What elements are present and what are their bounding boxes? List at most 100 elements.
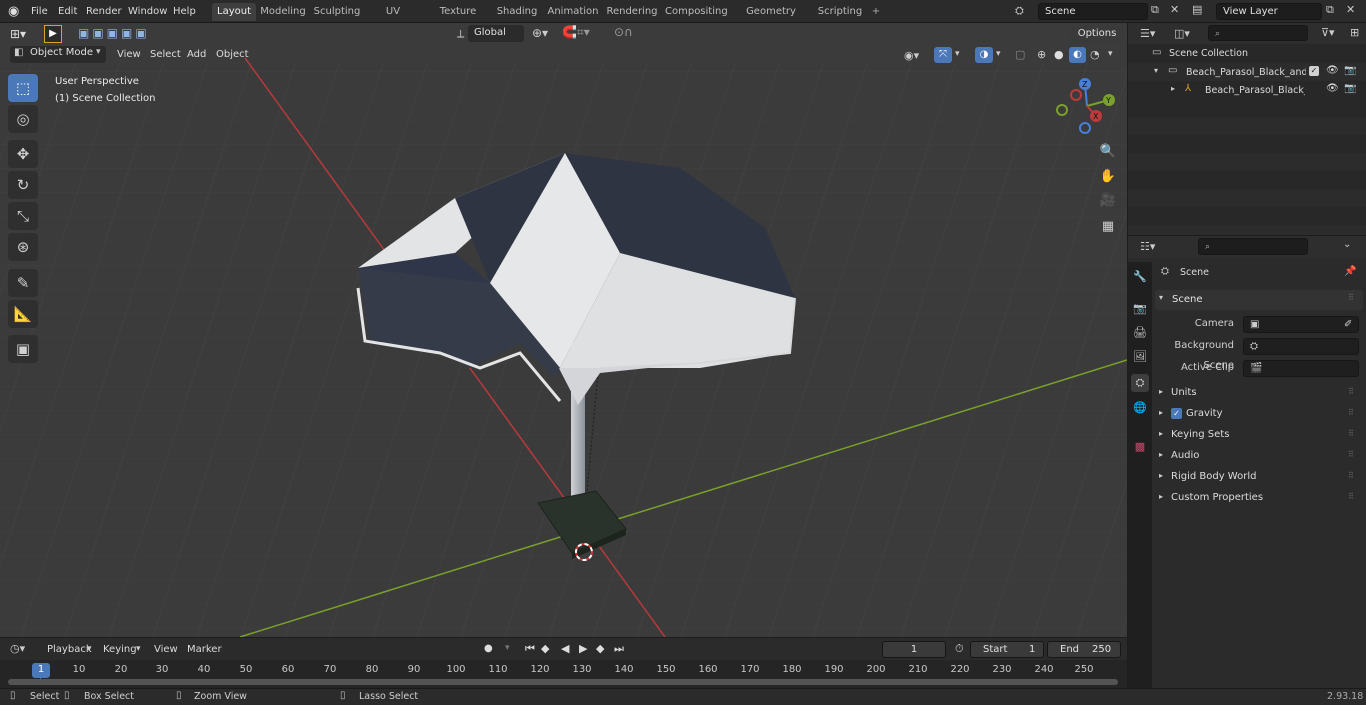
scale-tool-icon[interactable]: ⤡ [8,202,38,230]
move-tool-icon[interactable]: ✥ [8,140,38,168]
new-collection-icon[interactable]: ⊞ [1350,26,1359,39]
eye-icon[interactable]: 👁 [1326,65,1339,76]
add-cube-tool-icon[interactable]: ▣ [8,335,38,363]
overlay-toggle-icon[interactable]: ◑ [975,47,993,63]
filter-icon[interactable]: ⊽▾ [1321,26,1335,39]
navigation-gizmo[interactable]: Z Y X [1050,75,1120,139]
rotate-tool-icon[interactable]: ↻ [8,171,38,199]
options-button[interactable]: Options [1070,26,1124,43]
section-gravity[interactable]: ▸ ✓ Gravity ⠿ [1155,405,1363,425]
drag-handle-icon[interactable]: ⠿ [1348,471,1354,480]
tab-sculpting[interactable]: Sculpting [313,3,361,21]
section-keying-sets[interactable]: ▸ Keying Sets ⠿ [1155,426,1363,446]
drag-handle-icon[interactable]: ⠿ [1348,492,1354,501]
menu-render[interactable]: Render [86,3,122,20]
camera-field[interactable]: ▣ ✐ [1243,316,1359,333]
background-scene-field[interactable]: ⛭ [1243,338,1359,355]
xray-icon[interactable]: ▢ [1015,48,1025,61]
chevron-down-icon[interactable]: ▾ [1108,49,1113,59]
menu-view[interactable]: View [117,47,141,63]
chevron-down-icon[interactable]: ▾ [1154,66,1158,75]
selection-mode-icons[interactable]: ▣▣▣▣▣ [78,26,150,40]
shading-rendered-icon[interactable]: ◔ [1090,48,1100,61]
gizmo-toggle-icon[interactable]: ⤧ [934,47,952,63]
section-rigid-body-world[interactable]: ▸ Rigid Body World ⠿ [1155,468,1363,488]
visibility-icon[interactable]: ◉▾ [904,49,919,62]
drag-handle-icon[interactable]: ⠿ [1348,429,1354,438]
camera-render-icon[interactable]: 📷 [1344,83,1356,94]
transform-orientation-icon[interactable]: ⟂ [457,27,464,41]
cursor-tool-icon[interactable]: ◎ [8,105,38,133]
display-mode-icon[interactable]: ◫▾ [1174,27,1190,40]
tab-uv-editing[interactable]: UV Editing [367,3,419,35]
drag-handle-icon[interactable]: ⠿ [1348,387,1354,396]
tab-animation[interactable]: Animation [546,3,600,21]
camera-render-icon[interactable]: 📷 [1344,65,1356,76]
pan-view-icon[interactable]: ✋ [1096,166,1120,188]
view-layer-tab-icon[interactable]: 🖼 [1131,348,1149,366]
section-units[interactable]: ▸ Units ⠿ [1155,384,1363,404]
checkbox-icon[interactable]: ✓ [1309,66,1319,76]
drag-handle-icon[interactable]: ⠿ [1348,450,1354,459]
output-tab-icon[interactable]: 🖨 [1131,324,1149,342]
outliner-search-input[interactable]: ⌕ [1208,25,1308,41]
outliner-row-scene-collection[interactable]: ▭ Scene Collection [1128,45,1366,63]
tab-modeling[interactable]: Modeling [260,3,306,21]
scene-panel-header[interactable]: ▾ Scene ⠿ [1155,290,1363,310]
shading-wireframe-icon[interactable]: ⊕ [1037,48,1046,61]
editor-type-icon[interactable]: ☰▾ [1140,27,1155,40]
active-clip-field[interactable]: 🎬 [1243,360,1359,377]
section-custom-properties[interactable]: ▸ Custom Properties ⠿ [1155,489,1363,509]
tab-shading[interactable]: Shading [496,3,538,21]
view-layer-icon[interactable]: ▤ [1192,3,1202,16]
transform-tool-icon[interactable]: ⊛ [8,233,38,261]
select-box-tool-icon[interactable]: ⬚ [8,74,38,102]
outliner-row-object[interactable]: ▸ ⅄ Beach_Parasol_Black_an 👁 📷 [1128,81,1366,99]
blender-logo-icon[interactable]: ◉ [8,4,19,19]
menu-edit[interactable]: Edit [58,3,77,20]
annotate-tool-icon[interactable]: ✎ [8,269,38,297]
chevron-down-icon[interactable]: ▾ [955,49,960,59]
editor-type-icon[interactable]: ☷▾ [1140,240,1155,253]
3d-viewport[interactable]: ⊞▾ ▶ ▣▣▣▣▣ ⟂ Global ⊕▾ 🧲⌗▾ ⊙∩ Options ◧ … [0,23,1127,637]
eye-icon[interactable]: 👁 [1326,83,1339,94]
transform-orientation-dropdown[interactable]: Global [468,25,524,42]
world-tab-icon[interactable]: 🌐 [1131,399,1149,417]
perspective-toggle-icon[interactable]: ▦ [1096,216,1120,238]
chevron-down-icon[interactable]: ▾ [996,49,1001,59]
menu-object[interactable]: Object [216,47,249,63]
texture-tab-icon[interactable]: ▩ [1131,438,1149,456]
measure-tool-icon[interactable]: 📐 [8,300,38,328]
close-scene-icon[interactable]: ✕ [1170,3,1179,16]
outliner-row-collection[interactable]: ▾ ▭ Beach_Parasol_Black_and_Wl ✓ 👁 📷 [1128,63,1366,81]
pivot-icon[interactable]: ⊕▾ [532,26,548,40]
pin-icon[interactable]: 📌 [1344,266,1356,277]
menu-file[interactable]: File [31,3,48,20]
copy-scene-icon[interactable]: ⧉ [1151,3,1159,17]
camera-view-icon[interactable]: 🎥 [1096,190,1120,212]
mode-dropdown[interactable]: ◧ Object Mode ▾ [10,46,106,63]
scene-tab-icon[interactable]: ⛭ [1131,374,1149,392]
section-audio[interactable]: ▸ Audio ⠿ [1155,447,1363,467]
proportional-edit-icon[interactable]: ⊙∩ [614,25,633,39]
copy-view-layer-icon[interactable]: ⧉ [1326,3,1334,17]
select-tool-icon[interactable]: ▶ [44,25,62,43]
tab-compositing[interactable]: Compositing [665,3,728,21]
tab-rendering[interactable]: Rendering [606,3,658,21]
menu-help[interactable]: Help [173,3,196,20]
menu-add[interactable]: Add [187,47,206,63]
tab-scripting[interactable]: Scripting [817,3,863,21]
timeline-scrollbar[interactable] [8,679,1118,685]
gravity-checkbox[interactable]: ✓ [1171,408,1182,419]
view-layer-field[interactable]: View Layer [1216,3,1322,20]
tab-layout[interactable]: Layout [212,3,256,21]
eyedropper-icon[interactable]: ✐ [1344,317,1352,332]
snap-icon[interactable]: 🧲⌗▾ [562,25,590,40]
tab-geometry-nodes[interactable]: Geometry Nodes [732,3,810,35]
drag-handle-icon[interactable]: ⠿ [1348,293,1354,302]
tool-tab-icon[interactable]: 🔧 [1131,268,1149,286]
menu-select[interactable]: Select [150,47,181,63]
zoom-view-icon[interactable]: 🔍 [1096,141,1120,163]
chevron-right-icon[interactable]: ▸ [1171,84,1175,93]
scene-icon[interactable]: ⛭ [1015,4,1024,18]
